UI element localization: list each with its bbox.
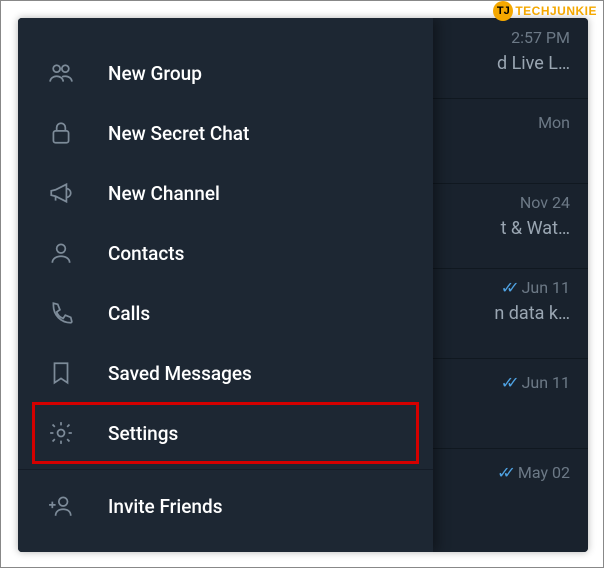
menu-label: Invite Friends: [108, 495, 222, 518]
watermark-text: TECHJUNKIE: [515, 4, 597, 18]
chat-snippet: n data k…: [494, 303, 570, 324]
chat-row[interactable]: Mon: [538, 113, 570, 138]
group-icon: [48, 60, 74, 86]
chat-time: Mon: [538, 113, 570, 132]
read-check-icon: ✓✓: [501, 278, 512, 297]
menu-item-new-channel[interactable]: New Channel: [18, 163, 433, 223]
menu-item-calls[interactable]: Calls: [18, 283, 433, 343]
read-check-icon: ✓✓: [497, 463, 508, 482]
watermark-badge: TJ: [493, 1, 513, 21]
chat-time: ✓✓May 02: [497, 463, 570, 482]
watermark: TJ TECHJUNKIE: [493, 1, 597, 21]
menu-item-settings[interactable]: Settings: [18, 403, 433, 463]
chat-snippet: d Live L…: [497, 53, 570, 74]
chat-time: Nov 24: [520, 193, 570, 212]
menu-item-new-group[interactable]: New Group: [18, 43, 433, 103]
read-check-icon: ✓✓: [501, 373, 512, 392]
chat-row[interactable]: ✓✓Jun 11 n data k…: [494, 278, 570, 324]
chat-separator: [433, 358, 588, 359]
chat-time: ✓✓Jun 11: [501, 373, 570, 392]
chat-separator: [433, 183, 588, 184]
lock-icon: [48, 120, 74, 146]
menu-label: Settings: [108, 422, 178, 445]
menu-label: Calls: [108, 302, 150, 325]
highlight-box: [32, 402, 419, 464]
screenshot-container: TJ TECHJUNKIE 2:57 PM d Live L… Mon Nov …: [0, 0, 604, 568]
menu-item-new-secret-chat[interactable]: New Secret Chat: [18, 103, 433, 163]
contact-icon: [48, 240, 74, 266]
bookmark-icon: [48, 360, 74, 386]
megaphone-icon: [48, 180, 74, 206]
menu-divider: [18, 469, 433, 470]
chat-time: ✓✓Jun 11: [501, 278, 570, 297]
side-drawer: New Group New Secret Chat New Channel Co…: [18, 18, 433, 552]
menu-label: Contacts: [108, 242, 184, 265]
chat-separator: [433, 448, 588, 449]
menu-item-contacts[interactable]: Contacts: [18, 223, 433, 283]
phone-icon: [48, 300, 74, 326]
menu-label: New Secret Chat: [108, 122, 249, 145]
menu-label: New Group: [108, 62, 202, 85]
chat-snippet: t & Wat…: [501, 218, 570, 239]
invite-icon: [48, 493, 74, 519]
chat-row[interactable]: Nov 24 t & Wat…: [501, 193, 570, 239]
chat-row[interactable]: ✓✓May 02: [497, 463, 570, 488]
chat-row[interactable]: 2:57 PM d Live L…: [497, 28, 570, 74]
menu-item-invite-friends[interactable]: Invite Friends: [18, 476, 433, 536]
chat-separator: [433, 268, 588, 269]
menu-label: New Channel: [108, 182, 220, 205]
chat-row[interactable]: ✓✓Jun 11: [501, 373, 570, 398]
menu-item-saved-messages[interactable]: Saved Messages: [18, 343, 433, 403]
app-frame: 2:57 PM d Live L… Mon Nov 24 t & Wat… ✓✓…: [18, 18, 588, 552]
chat-time: 2:57 PM: [511, 28, 570, 47]
menu-label: Saved Messages: [108, 362, 252, 385]
gear-icon: [48, 420, 74, 446]
chat-separator: [433, 98, 588, 99]
